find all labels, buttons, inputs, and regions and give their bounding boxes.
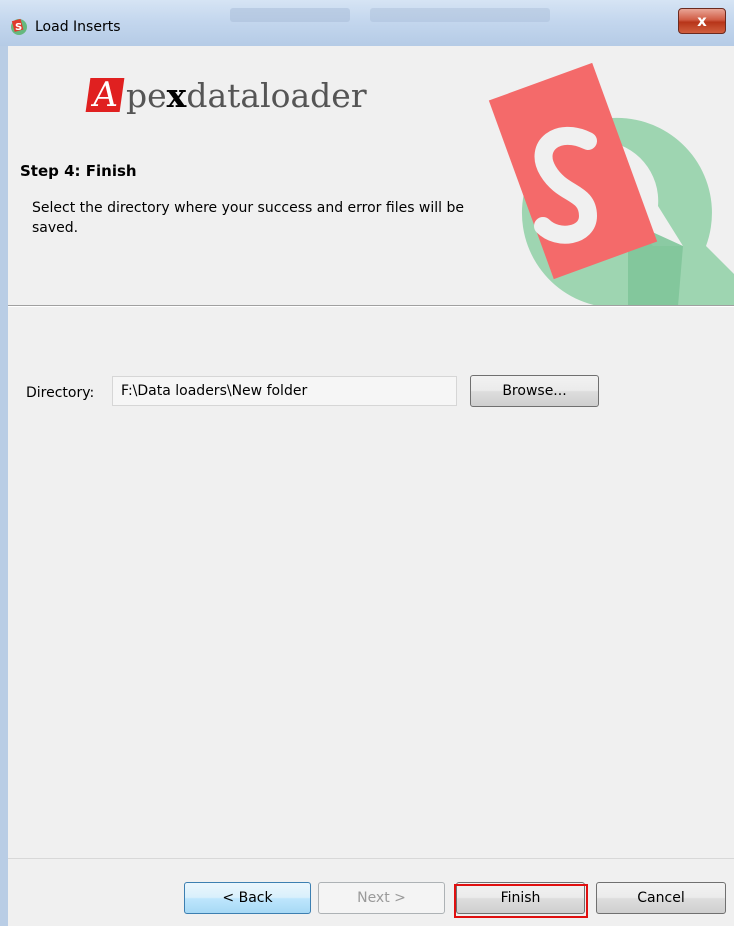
footer-divider (8, 858, 734, 859)
load-inserts-window: S Load Inserts x A pexdataloader Step 4:… (0, 0, 734, 926)
header-divider (8, 305, 734, 307)
directory-label: Directory: (26, 385, 95, 401)
logo-text: pexdataloader (126, 76, 367, 115)
browse-button[interactable]: Browse... (470, 375, 599, 407)
next-button[interactable]: Next > (318, 882, 445, 914)
salesforce-loader-graphic (488, 62, 734, 306)
wizard-header: A pexdataloader Step 4: Finish Select th… (8, 46, 734, 306)
step-description: Select the directory where your success … (32, 200, 465, 236)
back-button[interactable]: < Back (184, 882, 311, 914)
close-button[interactable]: x (678, 8, 726, 34)
window-title: Load Inserts (35, 19, 121, 35)
finish-button[interactable]: Finish (456, 882, 585, 914)
directory-field[interactable]: F:\Data loaders\New folder (112, 376, 457, 406)
wizard-client-area: A pexdataloader Step 4: Finish Select th… (8, 46, 734, 926)
cancel-button[interactable]: Cancel (596, 882, 726, 914)
logo-letter: A (85, 75, 125, 115)
close-icon: x (697, 12, 707, 30)
title-bar: S Load Inserts x (0, 0, 734, 46)
svg-text:S: S (15, 22, 22, 33)
app-icon: S (11, 18, 27, 35)
title-bar-background-blur (370, 8, 550, 22)
step-title: Step 4: Finish (20, 162, 137, 180)
title-bar-background-blur (230, 8, 350, 22)
